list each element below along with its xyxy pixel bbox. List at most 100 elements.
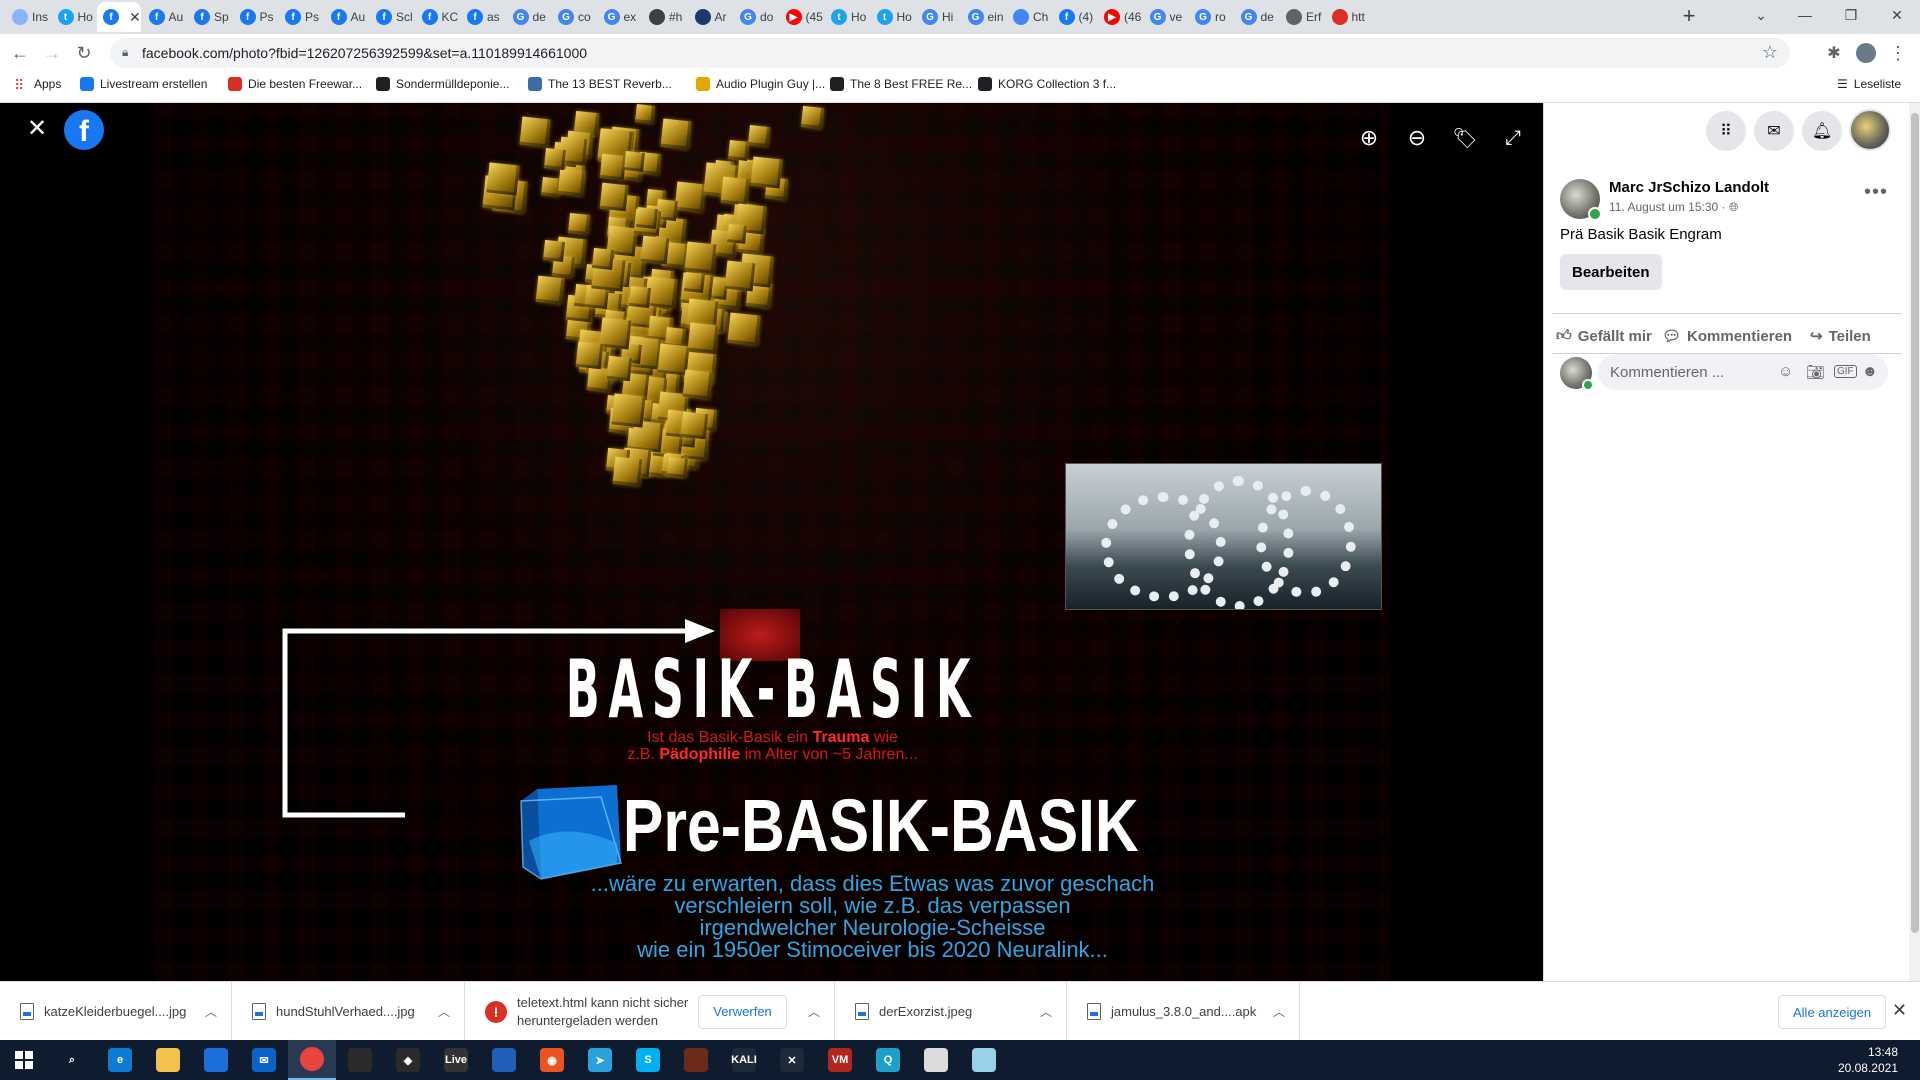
- browser-tab[interactable]: ▶ (46: [1098, 2, 1142, 32]
- download-item[interactable]: katzeKleiderbuegel....jpg ︿: [0, 982, 232, 1041]
- download-warning-item[interactable]: ! teletext.html kann nicht sicher herunte…: [465, 982, 835, 1041]
- comment-input[interactable]: Kommentieren ... ☺ 📷︎ GIF ☻: [1598, 354, 1888, 390]
- download-item[interactable]: hundStuhlVerhaed....jpg ︿: [232, 982, 465, 1041]
- browser-tab[interactable]: G Hi: [916, 2, 960, 32]
- browser-tab[interactable]: f Au: [325, 2, 369, 32]
- scrollbar-thumb[interactable]: [1911, 113, 1919, 933]
- tag-icon[interactable]: 🏷︎: [1450, 123, 1480, 153]
- browser-tab[interactable]: Ar: [689, 2, 733, 32]
- address-bar[interactable]: 🔒︎ facebook.com/photo?fbid=1262072563925…: [110, 38, 1790, 68]
- comment-button[interactable]: 💬︎ Kommentieren: [1662, 321, 1792, 351]
- reload-button[interactable]: ↻: [70, 39, 98, 67]
- browser-tab[interactable]: f KC: [416, 2, 460, 32]
- more-options-icon[interactable]: •••: [1864, 181, 1888, 204]
- chevron-up-icon[interactable]: ︿: [1040, 1003, 1052, 1020]
- taskbar-app[interactable]: KALI: [720, 1040, 768, 1080]
- bookmark-item[interactable]: Sondermülldeponie...: [376, 77, 509, 91]
- taskbar-app[interactable]: ✕: [768, 1040, 816, 1080]
- browser-tab[interactable]: f (4): [1053, 2, 1097, 32]
- browser-tab[interactable]: f Scl: [370, 2, 414, 32]
- close-downloads-icon[interactable]: ✕: [1892, 1000, 1907, 1021]
- close-window-button[interactable]: ✕: [1874, 0, 1920, 30]
- browser-tab[interactable]: f as: [461, 2, 505, 32]
- browser-tab[interactable]: #h: [643, 2, 687, 32]
- share-button[interactable]: ↪ Teilen: [1810, 321, 1871, 351]
- taskbar-app[interactable]: ◆: [384, 1040, 432, 1080]
- browser-tab[interactable]: Gco: [552, 2, 596, 32]
- account-avatar[interactable]: [1849, 109, 1891, 151]
- browser-tab[interactable]: Gein: [962, 2, 1006, 32]
- taskbar-app[interactable]: [672, 1040, 720, 1080]
- menu-grid-icon[interactable]: ⠿: [1706, 111, 1746, 151]
- taskbar-app[interactable]: [912, 1040, 960, 1080]
- taskbar-app[interactable]: ➤: [576, 1040, 624, 1080]
- bookmark-item[interactable]: Die besten Freewar...: [228, 77, 362, 91]
- browser-tab[interactable]: f Au: [143, 2, 187, 32]
- menu-icon[interactable]: ⋮: [1884, 39, 1912, 67]
- taskbar-app[interactable]: VM: [816, 1040, 864, 1080]
- taskbar-app[interactable]: ✉: [240, 1040, 288, 1080]
- close-viewer-button[interactable]: ✕: [22, 113, 52, 143]
- browser-tab[interactable]: f Sp: [188, 2, 232, 32]
- taskbar-app[interactable]: [144, 1040, 192, 1080]
- bookmark-star-icon[interactable]: ☆: [1762, 42, 1778, 63]
- profile-avatar[interactable]: [1852, 39, 1880, 67]
- taskbar-app[interactable]: e: [96, 1040, 144, 1080]
- bookmark-item[interactable]: The 8 Best FREE Re...: [830, 77, 972, 91]
- taskbar-app[interactable]: [480, 1040, 528, 1080]
- bookmark-item[interactable]: Livestream erstellen: [80, 77, 207, 91]
- bookmark-item[interactable]: The 13 BEST Reverb...: [528, 77, 672, 91]
- show-all-button[interactable]: Alle anzeigen: [1778, 995, 1887, 1029]
- camera-icon[interactable]: 📷︎: [1806, 363, 1825, 381]
- browser-tab[interactable]: Gdo: [734, 2, 778, 32]
- notifications-bell-icon[interactable]: 🔔︎: [1802, 111, 1842, 151]
- download-item[interactable]: derExorzist.jpeg ︿: [835, 982, 1067, 1041]
- browser-tab[interactable]: htt: [1326, 2, 1370, 32]
- messenger-icon[interactable]: ✉: [1754, 111, 1794, 151]
- start-button[interactable]: [0, 1040, 48, 1080]
- close-tab-icon[interactable]: ✕: [129, 9, 141, 26]
- system-clock[interactable]: 13:48 20.08.2021: [1838, 1044, 1898, 1076]
- taskbar-app[interactable]: [960, 1040, 1008, 1080]
- browser-tab[interactable]: t Ho: [825, 2, 869, 32]
- taskbar-app[interactable]: S: [624, 1040, 672, 1080]
- browser-tab[interactable]: f ✕: [97, 2, 141, 32]
- post-author[interactable]: Marc JrSchizo Landolt: [1609, 179, 1769, 196]
- taskbar-app[interactable]: [288, 1040, 336, 1080]
- browser-tab[interactable]: t Ho: [871, 2, 915, 32]
- taskbar-app[interactable]: ◉: [528, 1040, 576, 1080]
- gif-icon[interactable]: GIF: [1834, 365, 1857, 378]
- chevron-up-icon[interactable]: ︿: [438, 1003, 450, 1020]
- new-tab-button[interactable]: +: [1676, 4, 1702, 30]
- bookmark-item[interactable]: Audio Plugin Guy |...: [696, 77, 825, 91]
- taskbar-app[interactable]: [192, 1040, 240, 1080]
- browser-tab[interactable]: ▶ (45: [780, 2, 824, 32]
- edit-button[interactable]: Bearbeiten: [1560, 254, 1662, 290]
- back-button[interactable]: ←: [6, 39, 34, 67]
- taskbar-app[interactable]: Q: [864, 1040, 912, 1080]
- zoom-out-icon[interactable]: ⊖: [1402, 123, 1432, 153]
- taskbar-app[interactable]: [336, 1040, 384, 1080]
- post-date[interactable]: 11. August um 15:30 · 🌐︎: [1609, 200, 1738, 215]
- emoji-icon[interactable]: ☺: [1778, 363, 1793, 380]
- facebook-logo[interactable]: f: [64, 110, 104, 150]
- extensions-icon[interactable]: ✱: [1820, 39, 1848, 67]
- bookmark-item[interactable]: ⠿ Apps: [14, 77, 61, 93]
- browser-tab[interactable]: Gve: [1144, 2, 1188, 32]
- browser-tab[interactable]: Gde: [507, 2, 551, 32]
- forward-button[interactable]: →: [38, 39, 66, 67]
- chevron-up-icon[interactable]: ︿: [808, 1003, 820, 1020]
- sticker-icon[interactable]: ☻: [1862, 363, 1878, 380]
- chevron-up-icon[interactable]: ︿: [205, 1003, 217, 1020]
- browser-tab[interactable]: t Ho: [52, 2, 96, 32]
- minimize-button[interactable]: —: [1782, 0, 1828, 30]
- browser-tab[interactable]: Gde: [1235, 2, 1279, 32]
- restore-button[interactable]: ❐: [1828, 0, 1874, 30]
- browser-tab[interactable]: Ins: [6, 2, 50, 32]
- browser-tab[interactable]: Erf: [1280, 2, 1324, 32]
- browser-tab[interactable]: Gex: [598, 2, 642, 32]
- browser-tab[interactable]: f Ps: [234, 2, 278, 32]
- taskbar-app[interactable]: ⌕: [48, 1040, 96, 1080]
- panel-scrollbar[interactable]: [1909, 103, 1920, 981]
- bookmark-item[interactable]: KORG Collection 3 f...: [978, 77, 1116, 91]
